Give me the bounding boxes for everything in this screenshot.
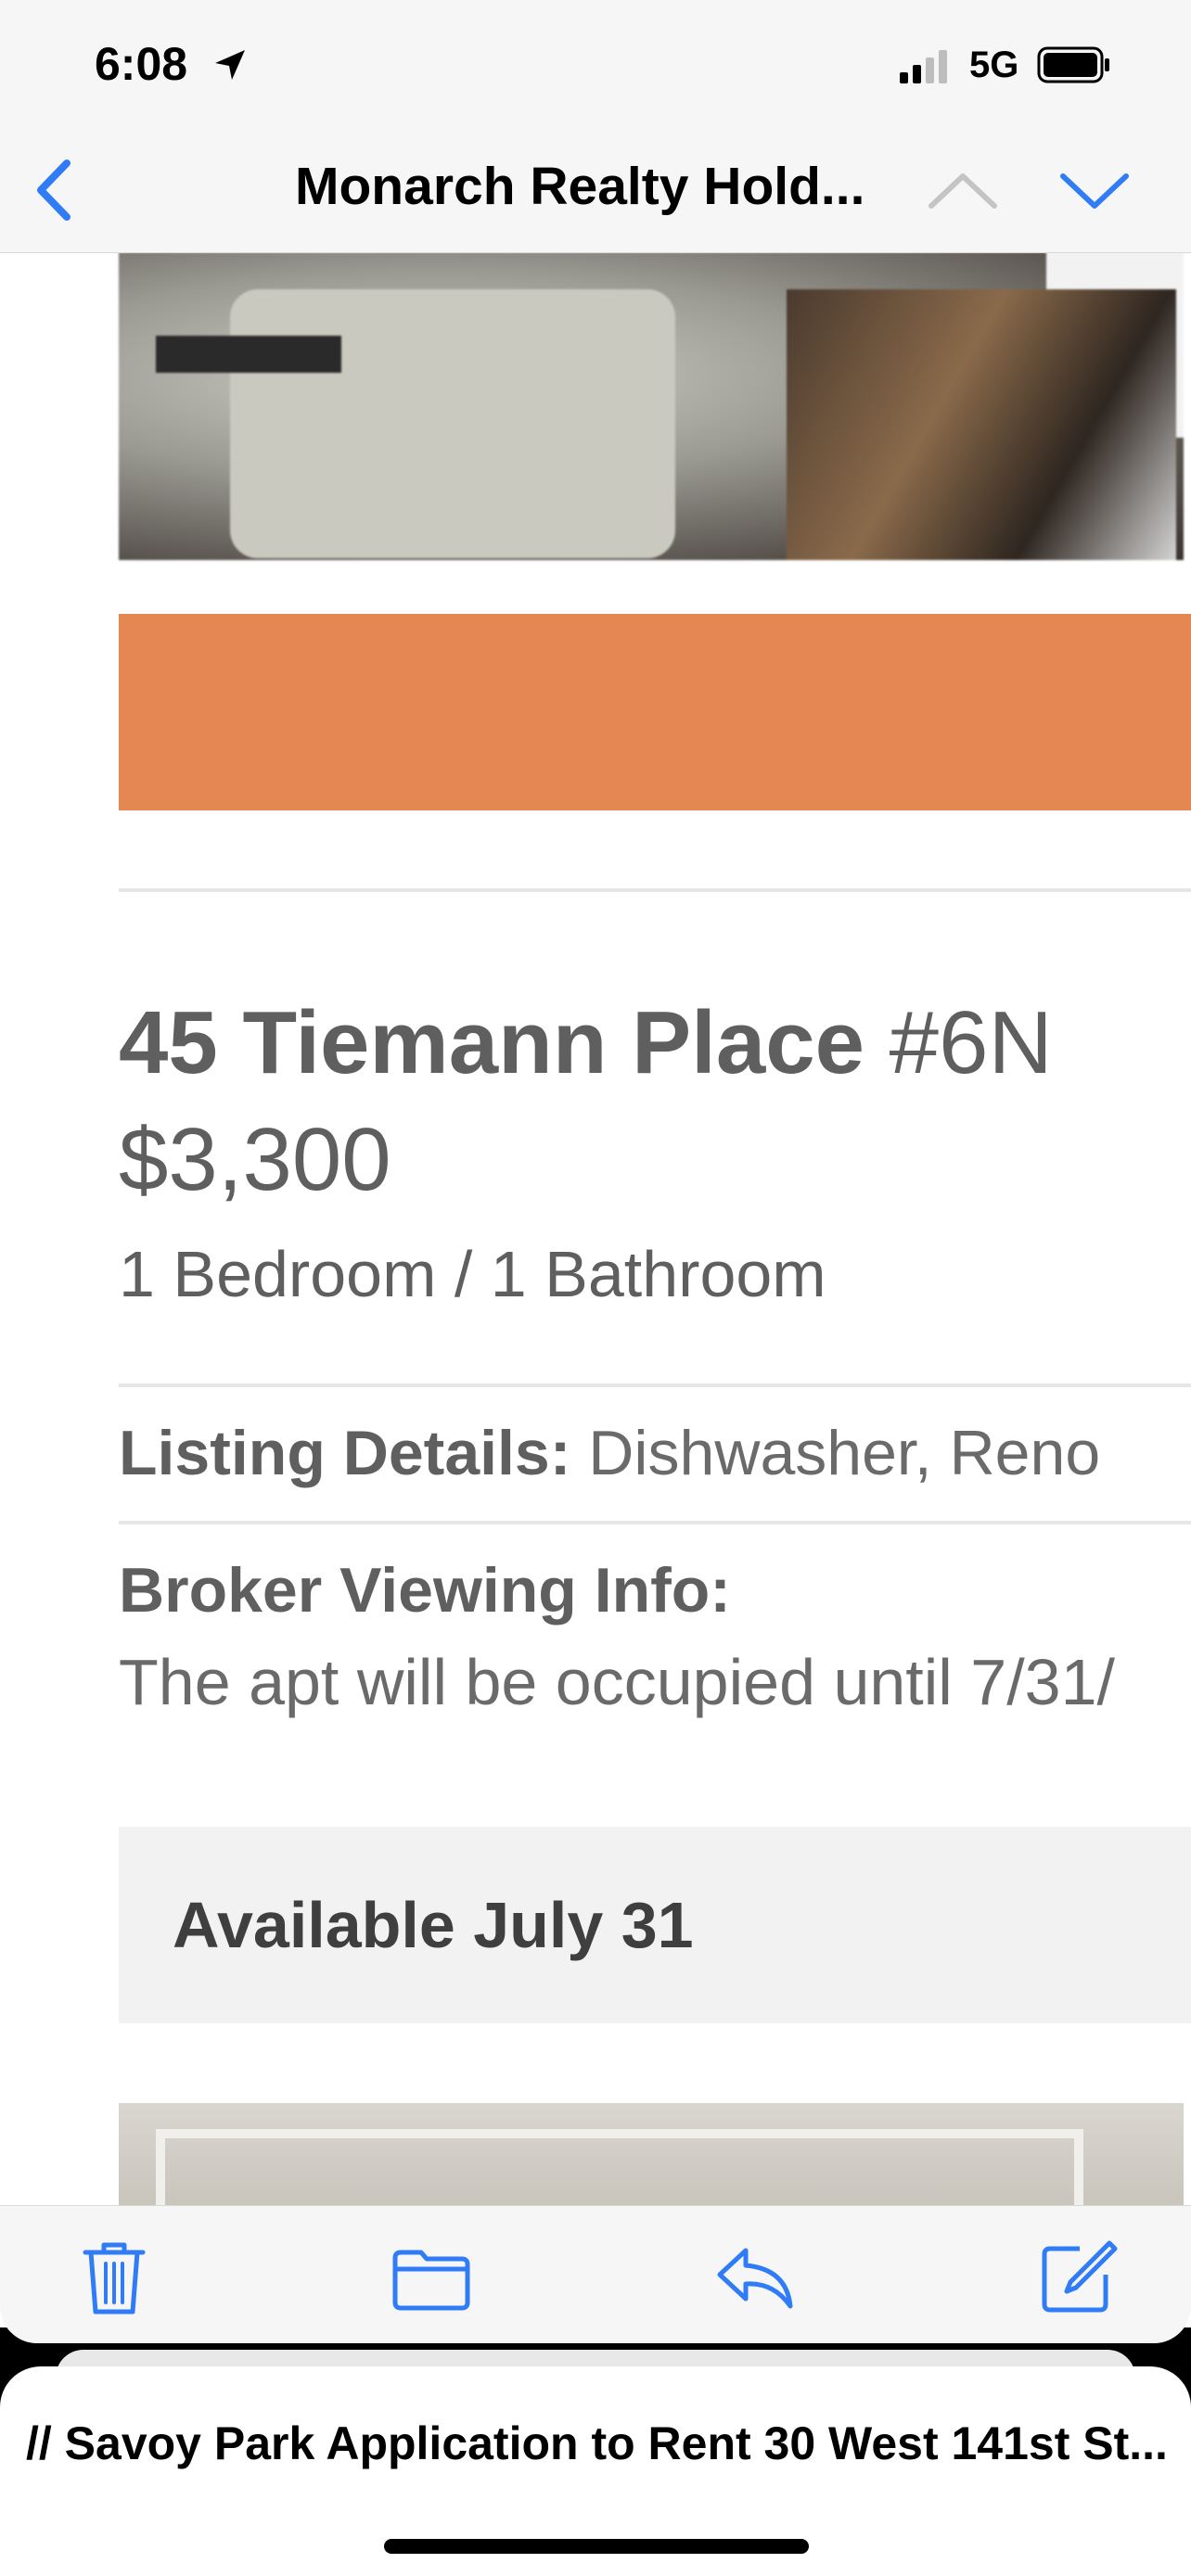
divider: [119, 888, 1191, 892]
listing-details-value: Dishwasher, Reno: [588, 1418, 1101, 1488]
status-time: 6:08: [95, 38, 188, 90]
draft-title: // Savoy Park Application to Rent 30 Wes…: [26, 2417, 1168, 2469]
listing-unit: #6N: [889, 993, 1053, 1092]
reply-icon: [717, 2248, 793, 2309]
reply-button[interactable]: [712, 2236, 796, 2319]
broker-viewing-label: Broker Viewing Info:: [119, 1555, 731, 1626]
listing-photo-2: [119, 2103, 1184, 2205]
minimized-draft[interactable]: // Savoy Park Application to Rent 30 Wes…: [0, 2366, 1191, 2576]
availability-text: Available July 31: [173, 1889, 694, 1961]
divider: [119, 1521, 1191, 1524]
compose-button[interactable]: [1035, 2236, 1119, 2319]
listing-photo: [119, 252, 1184, 560]
folder-icon: [392, 2250, 470, 2311]
up-chevron-icon: [928, 173, 997, 209]
move-folder-button[interactable]: [390, 2236, 473, 2319]
location-arrow-icon: [215, 50, 245, 80]
listing-address: 45 Tiemann Place #6N: [119, 993, 1053, 1092]
listing-details: Listing Details: Dishwasher, Reno: [119, 1417, 1100, 1489]
next-message-button[interactable]: [1057, 163, 1132, 219]
mail-header: 6:08 5G Monarch Realty Hold...: [0, 0, 1191, 253]
listing-price: $3,300: [119, 1110, 391, 1209]
trash-button[interactable]: [72, 2236, 156, 2319]
battery-icon: [1037, 46, 1109, 83]
back-chevron-icon: [37, 159, 70, 221]
listing-beds-baths: 1 Bedroom / 1 Bathroom: [119, 1238, 826, 1310]
mail-toolbar: [0, 2205, 1191, 2343]
back-button[interactable]: [26, 158, 82, 223]
divider: [119, 1384, 1191, 1387]
availability-box: Available July 31: [119, 1827, 1191, 2023]
compose-icon: [1042, 2240, 1118, 2313]
broker-viewing-text: The apt will be occupied until 7/31/: [119, 1646, 1115, 1718]
listing-banner: [119, 614, 1191, 810]
mail-thread-title: Monarch Realty Hold...: [295, 157, 865, 216]
down-chevron-icon: [1060, 173, 1129, 209]
network-type: 5G: [969, 45, 1019, 85]
cellular-signal-icon: [900, 50, 947, 83]
trash-icon: [83, 2242, 146, 2315]
home-indicator[interactable]: [384, 2539, 809, 2554]
listing-details-label: Listing Details:: [119, 1418, 571, 1488]
previous-message-button[interactable]: [926, 163, 1000, 219]
